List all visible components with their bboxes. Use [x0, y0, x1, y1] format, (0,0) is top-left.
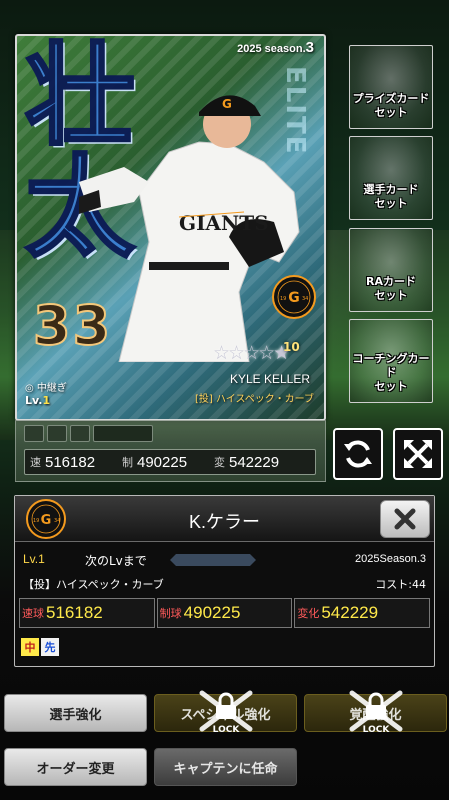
- lock-icon: LOCK: [199, 690, 252, 735]
- player-name: K.ケラー: [188, 512, 260, 532]
- appoint-captain-button[interactable]: キャプテンに任命: [154, 748, 297, 786]
- player-level: Lv.1: [23, 552, 45, 566]
- control-value: 490225: [137, 453, 188, 471]
- gauge-segment: [24, 425, 44, 442]
- awaken-enhance-button[interactable]: 覚醒強化 LOCK: [304, 690, 447, 735]
- gauge-segment: [70, 425, 90, 442]
- svg-text:G: G: [222, 97, 232, 111]
- next-level-label: 次のLvまで: [85, 554, 147, 568]
- level-gauge: [24, 425, 153, 442]
- coaching-card-set-button[interactable]: コーチングカード セット: [349, 319, 433, 403]
- special-enhance-button[interactable]: スペシャル強化 LOCK: [154, 690, 297, 735]
- rotate-card-button[interactable]: [333, 428, 383, 480]
- card-skill-text: [投] ハイスペック・カーブ: [195, 394, 314, 405]
- stat-value: 516182: [46, 603, 103, 622]
- stat-label: 変化: [297, 607, 320, 620]
- close-button[interactable]: [380, 500, 430, 538]
- svg-text:LOCK: LOCK: [362, 725, 390, 735]
- player-name-en: KYLE KELLER: [229, 372, 310, 386]
- prize-card-set-button[interactable]: プライズカード セット: [349, 45, 433, 129]
- ra-card-set-label: RAカード セット: [366, 275, 416, 302]
- giants-emblem-icon: G 19 34: [272, 275, 316, 319]
- appoint-captain-label: キャプテンに任命: [173, 761, 278, 777]
- player-card[interactable]: 壮 太 ELITE 2025 season.3 G GIANTS 33 G 19…: [15, 34, 326, 421]
- svg-text:GIANTS: GIANTS: [179, 211, 269, 235]
- uniform-number: 33: [32, 293, 113, 358]
- position-tag: 中: [21, 638, 39, 656]
- card-role: ◎ 中継ぎ: [25, 383, 67, 394]
- break-label: 変: [214, 457, 225, 469]
- svg-text:G: G: [288, 290, 300, 306]
- info-stats: 速球 516182 制球 490225 変化 542229: [19, 598, 431, 628]
- stat-value: 542229: [321, 603, 379, 622]
- refresh-icon: [344, 440, 372, 468]
- stat-break: 変化 542229: [294, 598, 431, 628]
- cost-label: コスト:44: [375, 578, 426, 591]
- enhance-label: 選手強化: [49, 707, 102, 723]
- card-season: 2025 season.3: [237, 39, 314, 56]
- lock-icon: LOCK: [349, 690, 402, 735]
- enhance-button[interactable]: 選手強化: [4, 694, 147, 732]
- speed-value: 516182: [45, 453, 96, 471]
- control-label: 制: [122, 457, 133, 469]
- break-value: 542229: [229, 453, 280, 471]
- card-level: Lv.1: [25, 394, 51, 407]
- order-change-button[interactable]: オーダー変更: [4, 748, 147, 786]
- expand-card-button[interactable]: [393, 428, 443, 480]
- speed-label: 速: [30, 457, 41, 469]
- exp-bar: [170, 554, 256, 566]
- position-tag: 先: [41, 638, 59, 656]
- svg-text:LOCK: LOCK: [212, 725, 240, 735]
- season-label: 2025Season.3: [355, 553, 426, 565]
- player-card-set-label: 選手カード セット: [363, 183, 419, 210]
- order-change-label: オーダー変更: [36, 761, 115, 777]
- card-stat-row: 速 516182 制 490225 変 542229: [24, 449, 316, 475]
- position-tags: 中 先: [21, 638, 59, 656]
- ra-card-set-button[interactable]: RAカード セット: [349, 228, 433, 312]
- stat-label: 制球: [159, 607, 182, 620]
- svg-text:34: 34: [302, 296, 308, 302]
- rarity-stars: ☆☆☆☆★: [213, 342, 290, 364]
- star-level: 10: [283, 340, 300, 354]
- stat-speed: 速球 516182: [19, 598, 155, 628]
- card-stat-plate: 速 516182 制 490225 変 542229: [15, 420, 326, 482]
- coaching-card-set-label: コーチングカード セット: [352, 352, 430, 393]
- player-info-panel: G 19 34 K.ケラー Lv.1 次のLvまで 2025Season.3 【…: [14, 495, 435, 667]
- gauge-segment: [93, 425, 153, 442]
- skill-label: 【投】ハイスペック・カーブ: [23, 578, 164, 591]
- expand-icon: [404, 440, 432, 468]
- player-card-set-button[interactable]: 選手カード セット: [349, 136, 433, 220]
- prize-card-set-label: プライズカード セット: [352, 92, 430, 119]
- svg-text:19: 19: [280, 296, 286, 302]
- info-header: G 19 34 K.ケラー: [15, 496, 434, 542]
- stat-control: 制球 490225: [156, 598, 293, 628]
- close-icon: [394, 508, 416, 530]
- stat-label: 速球: [22, 607, 44, 620]
- gauge-segment: [47, 425, 67, 442]
- stat-value: 490225: [183, 603, 241, 622]
